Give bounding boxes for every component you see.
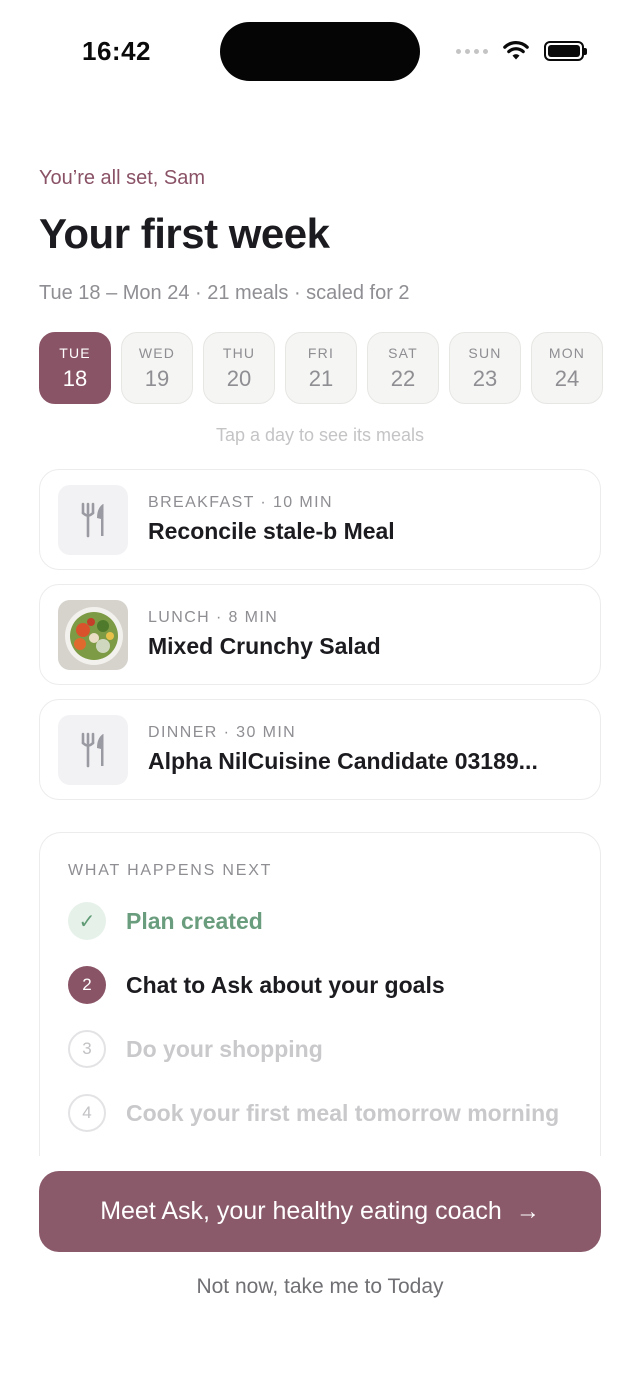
meal-card-lunch[interactable]: LUNCH · 8 MIN Mixed Crunchy Salad [39, 584, 601, 685]
step-number: 2 [68, 966, 106, 1004]
wifi-icon [503, 41, 529, 60]
battery-icon [544, 41, 587, 61]
day-sun[interactable]: SUN 23 [449, 332, 521, 404]
week-summary: Tue 18 – Mon 24 · 21 meals · scaled for … [39, 282, 410, 304]
step-plan-created: ✓ Plan created [68, 902, 263, 940]
day-fri[interactable]: FRI 21 [285, 332, 357, 404]
step-number: 4 [68, 1094, 106, 1132]
day-tue[interactable]: TUE 18 [39, 332, 111, 404]
day-thu[interactable]: THU 20 [203, 332, 275, 404]
dynamic-island [220, 22, 420, 81]
day-name: WED [138, 344, 176, 361]
meal-name: Reconcile stale-b Meal [148, 518, 395, 544]
step-cook: 4 Cook your first meal tomorrow morning [68, 1094, 559, 1132]
step-label: Cook your first meal tomorrow morning [126, 1099, 560, 1126]
meal-name: Mixed Crunchy Salad [148, 633, 381, 659]
day-number: 23 [472, 365, 498, 391]
next-steps-heading: WHAT HAPPENS NEXT [68, 862, 273, 879]
cellular-signal-icon [456, 48, 488, 54]
day-number: 24 [554, 365, 580, 391]
day-name: TUE [59, 344, 91, 361]
step-shopping: 3 Do your shopping [68, 1030, 323, 1068]
step-number: 3 [68, 1030, 106, 1068]
day-number: 21 [308, 365, 334, 391]
skip-to-today-link[interactable]: Not now, take me to Today [0, 1275, 640, 1299]
salad-photo [58, 599, 128, 670]
meal-meta: DINNER · 30 MIN [148, 724, 297, 741]
day-wed[interactable]: WED 19 [121, 332, 193, 404]
step-chat-ask: 2 Chat to Ask about your goals [68, 966, 445, 1004]
meal-meta: BREAKFAST · 10 MIN [148, 494, 333, 511]
fork-knife-icon [58, 484, 128, 555]
day-number: 22 [390, 365, 416, 391]
next-steps-card: WHAT HAPPENS NEXT ✓ Plan created 2 Chat … [39, 832, 601, 1156]
greeting: You’re all set, Sam [39, 167, 206, 189]
day-number: 18 [62, 365, 88, 391]
fork-knife-icon [58, 714, 128, 785]
meal-name: Alpha NilCuisine Candidate 03189... [148, 748, 538, 774]
day-number: 20 [226, 365, 252, 391]
day-name: SAT [388, 344, 418, 361]
day-selector: TUE 18 WED 19 THU 20 FRI 21 SAT 22 SUN 2… [39, 332, 603, 404]
day-mon[interactable]: MON 24 [531, 332, 603, 404]
day-name: MON [548, 344, 586, 361]
arrow-right-icon: → [515, 1197, 540, 1225]
meal-card-breakfast[interactable]: BREAKFAST · 10 MIN Reconcile stale-b Mea… [39, 469, 601, 570]
day-name: THU [222, 344, 256, 361]
cta-label: Meet Ask, your healthy eating coach [100, 1197, 502, 1225]
step-label: Chat to Ask about your goals [126, 971, 445, 998]
page-title: Your first week [39, 210, 330, 257]
meet-ask-button[interactable]: Meet Ask, your healthy eating coach → [39, 1171, 601, 1252]
day-name: FRI [307, 344, 335, 361]
meal-card-dinner[interactable]: DINNER · 30 MIN Alpha NilCuisine Candida… [39, 699, 601, 800]
step-label: Do your shopping [126, 1035, 323, 1062]
check-icon: ✓ [68, 902, 106, 940]
status-time: 16:42 [82, 36, 151, 66]
meal-meta: LUNCH · 8 MIN [148, 609, 279, 626]
day-sat[interactable]: SAT 22 [367, 332, 439, 404]
step-label: Plan created [126, 907, 263, 934]
day-number: 19 [144, 365, 170, 391]
day-hint: Tap a day to see its meals [215, 425, 425, 445]
status-icons [456, 38, 587, 64]
day-name: SUN [468, 344, 502, 361]
